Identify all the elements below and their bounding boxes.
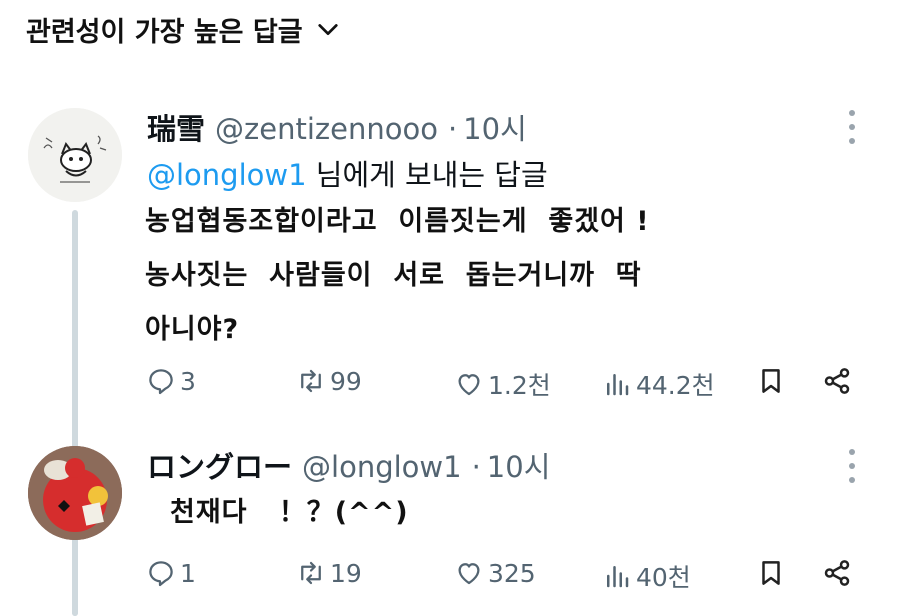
separator-dot: · (447, 112, 458, 146)
view-count: 40천 (636, 563, 691, 592)
display-name[interactable]: ロングロー (147, 444, 292, 486)
chevron-down-icon (317, 23, 338, 35)
replying-to-suffix: 님에게 보내는 답글 (306, 158, 548, 192)
heart-icon (458, 374, 480, 396)
user-handle[interactable]: @zentizennooo (215, 112, 438, 146)
views-button[interactable]: 40천 (602, 558, 691, 594)
replying-to-line: @longlow1 님에게 보내는 답글 (147, 152, 548, 194)
reply-button[interactable]: 1 (146, 558, 196, 588)
user-handle[interactable]: @longlow1 (302, 450, 462, 484)
tweet-text-line: 농업협동조합이라고 이름짓는게 좋겠어 ! (145, 206, 650, 237)
tweet-text: 농업협동조합이라고 이름짓는게 좋겠어 ! 농사짓는 사람들이 서로 돕는거니까… (145, 195, 650, 357)
repost-button[interactable]: 99 (296, 366, 362, 396)
bookmark-button[interactable] (756, 558, 786, 592)
more-options-icon[interactable] (842, 449, 862, 483)
tweet-action-bar: 1 19 325 40천 (146, 558, 861, 592)
repost-icon (301, 369, 321, 393)
reply-button[interactable]: 3 (146, 366, 196, 396)
repost-count: 99 (330, 366, 362, 396)
like-count: 325 (488, 558, 536, 588)
repost-button[interactable]: 19 (296, 558, 362, 588)
reply-count: 1 (180, 558, 196, 588)
more-options-icon[interactable] (842, 110, 862, 144)
tweet-header: ロングロー @longlow1 · 10시 (147, 444, 550, 486)
timestamp[interactable]: 10시 (463, 106, 527, 148)
separator-dot: · (471, 450, 481, 484)
thread-connector-line (72, 550, 78, 616)
tweet-text: 천재다 ！？(^^) (170, 486, 409, 540)
bookmark-icon (762, 369, 780, 393)
bookmark-icon (762, 561, 780, 585)
views-bar-chart-icon (607, 374, 629, 396)
tweet-header: 瑞雪 @zentizennooo · 10시 (147, 106, 527, 148)
like-button[interactable]: 1.2천 (454, 366, 551, 402)
reply-bubble-icon (149, 369, 173, 395)
views-bar-chart-icon (607, 566, 629, 588)
views-button[interactable]: 44.2천 (602, 366, 715, 402)
like-button[interactable]: 325 (454, 558, 536, 588)
timestamp[interactable]: 10시 (487, 444, 551, 486)
repost-icon (301, 561, 321, 585)
tweet-text-line: 천재다 ！？(^^) (170, 497, 409, 528)
reply-sort-header[interactable]: 관련성이 가장 높은 답글 (26, 10, 339, 49)
tweet-text-line: 아니야? (145, 314, 240, 345)
avatar[interactable] (28, 108, 122, 202)
tweet-action-bar: 3 99 1.2천 44.2천 (146, 366, 861, 400)
repost-count: 19 (330, 558, 362, 588)
heart-icon (458, 563, 480, 585)
share-button[interactable] (822, 558, 852, 592)
avatar[interactable] (28, 446, 122, 540)
reply-bubble-icon (149, 561, 173, 587)
share-icon (824, 560, 850, 586)
cat-doodle-avatar-image (28, 108, 122, 202)
reply-sort-label: 관련성이 가장 높은 답글 (26, 17, 303, 48)
reply-count: 3 (180, 366, 196, 396)
tweet-text-line: 농사짓는 사람들이 서로 돕는거니까 딱 (145, 260, 642, 291)
view-count: 44.2천 (636, 371, 715, 400)
share-icon (824, 368, 850, 394)
like-count: 1.2천 (488, 371, 551, 400)
share-button[interactable] (822, 366, 852, 400)
mention-link[interactable]: @longlow1 (147, 158, 307, 192)
bookmark-button[interactable] (756, 366, 786, 400)
display-name[interactable]: 瑞雪 (147, 106, 205, 148)
red-character-avatar-image (28, 446, 122, 540)
